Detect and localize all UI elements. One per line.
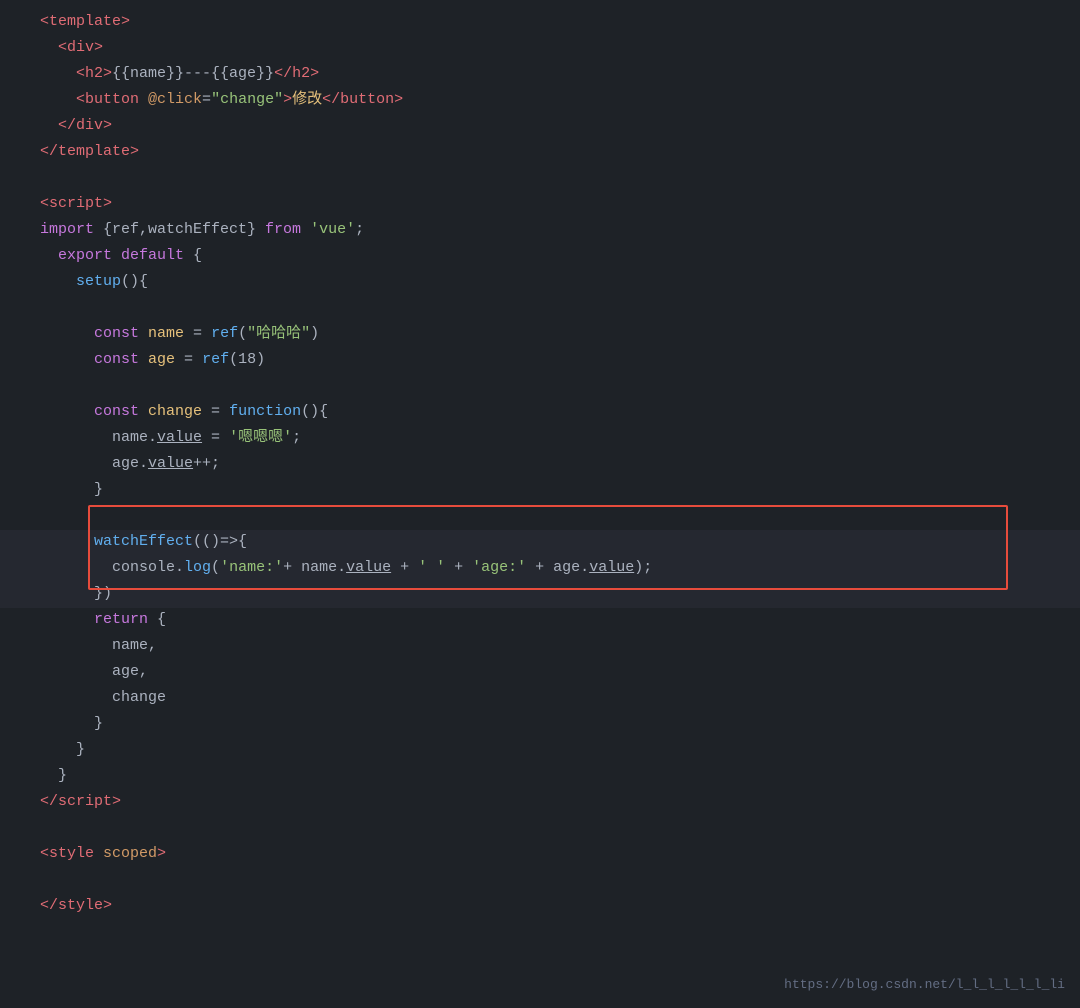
- line-8: <script>: [0, 192, 1080, 218]
- line-11: setup(){: [0, 270, 1080, 296]
- line-5: </div>: [0, 114, 1080, 140]
- line-13: const name = ref("哈哈哈"): [0, 322, 1080, 348]
- line-32: [0, 816, 1080, 842]
- line-22: console.log('name:'+ name.value + ' ' + …: [0, 556, 1080, 582]
- line-17: name.value = '嗯嗯嗯';: [0, 426, 1080, 452]
- line-34: [0, 868, 1080, 894]
- line-10: export default {: [0, 244, 1080, 270]
- line-19: }: [0, 478, 1080, 504]
- line-14: const age = ref(18): [0, 348, 1080, 374]
- line-27: change: [0, 686, 1080, 712]
- line-1: <template>: [0, 10, 1080, 36]
- line-4: <button @click="change">修改</button>: [0, 88, 1080, 114]
- line-2: <div>: [0, 36, 1080, 62]
- url-watermark: https://blog.csdn.net/l_l_l_l_l_l_li: [784, 975, 1065, 996]
- line-20: [0, 504, 1080, 530]
- line-30: }: [0, 764, 1080, 790]
- line-12: [0, 296, 1080, 322]
- line-31: </script>: [0, 790, 1080, 816]
- line-29: }: [0, 738, 1080, 764]
- code-editor: <template> <div> <h2>{{name}}---{{age}}<…: [0, 0, 1080, 930]
- line-21: watchEffect(()=>{: [0, 530, 1080, 556]
- line-33: <style scoped>: [0, 842, 1080, 868]
- line-18: age.value++;: [0, 452, 1080, 478]
- line-15: [0, 374, 1080, 400]
- line-16: const change = function(){: [0, 400, 1080, 426]
- line-25: name,: [0, 634, 1080, 660]
- line-28: }: [0, 712, 1080, 738]
- line-23: }): [0, 582, 1080, 608]
- line-3: <h2>{{name}}---{{age}}</h2>: [0, 62, 1080, 88]
- line-7: [0, 166, 1080, 192]
- line-6: </template>: [0, 140, 1080, 166]
- line-35: </style>: [0, 894, 1080, 920]
- line-26: age,: [0, 660, 1080, 686]
- line-24: return {: [0, 608, 1080, 634]
- line-9: import {ref,watchEffect} from 'vue';: [0, 218, 1080, 244]
